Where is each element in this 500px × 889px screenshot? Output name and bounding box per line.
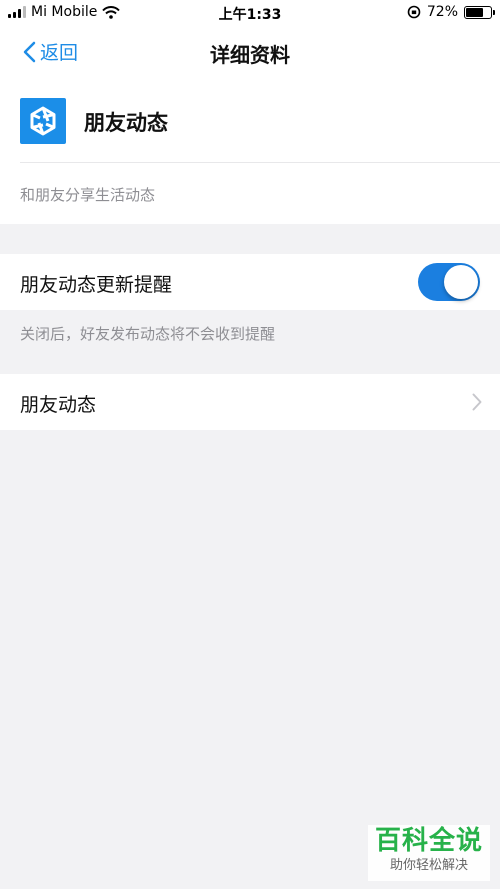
toggle-label: 朋友动态更新提醒 [20, 274, 173, 296]
notification-toggle-row: 朋友动态更新提醒 [0, 254, 500, 310]
page-title: 详细资料 [210, 43, 290, 67]
toggle-knob [444, 265, 478, 299]
status-bar: Mi Mobile 上午1:33 72% [0, 0, 500, 26]
toggle-hint: 关闭后，好友发布动态将不会收到提醒 [20, 325, 276, 343]
notification-toggle[interactable] [418, 263, 480, 301]
moments-link-label: 朋友动态 [20, 394, 97, 416]
app-info-card: 朋友动态 和朋友分享生活动态 [0, 78, 500, 224]
battery-percent: 72% [426, 4, 458, 20]
nav-bar: 返回 详细资料 [0, 26, 500, 78]
divider [20, 162, 500, 163]
rotation-lock-icon [407, 5, 421, 19]
status-right: 72% [407, 4, 495, 20]
aperture-icon [20, 98, 66, 144]
watermark: 百科全说 助你轻松解决 [368, 825, 490, 881]
watermark-subtitle: 助你轻松解决 [389, 858, 468, 873]
chevron-right-icon [472, 393, 482, 411]
battery-level [466, 7, 484, 17]
watermark-title: 百科全说 [374, 826, 483, 856]
battery-icon [464, 5, 495, 19]
moments-link-row[interactable]: 朋友动态 [0, 374, 500, 430]
app-name: 朋友动态 [84, 111, 168, 135]
app-description: 和朋友分享生活动态 [20, 186, 156, 204]
